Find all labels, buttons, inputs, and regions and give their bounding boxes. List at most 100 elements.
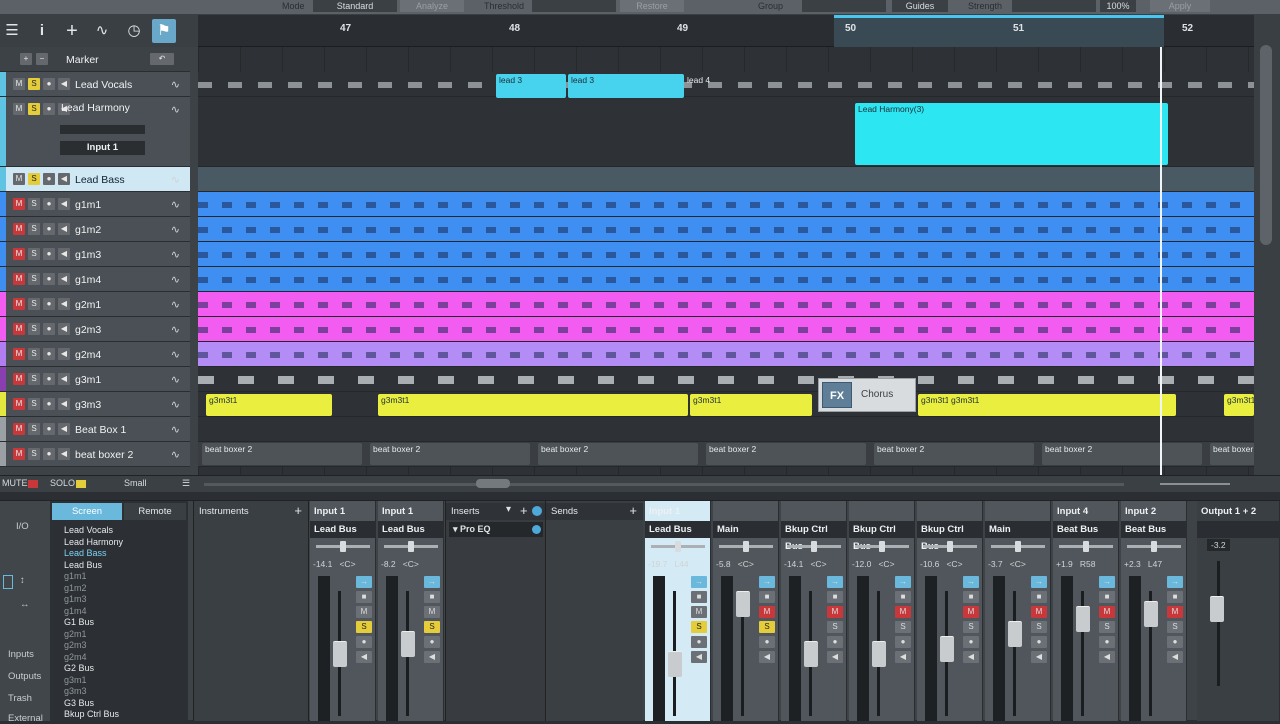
waveform-icon[interactable]: ∿ xyxy=(171,78,180,91)
settings-icon[interactable]: ■ xyxy=(827,591,843,603)
channel-strip[interactable]: Input 4 Beat Bus +1.9 R58 → ■ M S ● ◀ xyxy=(1053,501,1119,721)
solo-button[interactable]: S xyxy=(424,621,440,633)
pan-value[interactable]: L47 xyxy=(1148,559,1162,569)
track-lane[interactable] xyxy=(198,217,1254,242)
insert-power-icon[interactable] xyxy=(532,506,542,516)
audio-clip[interactable]: lead 3 xyxy=(496,74,566,98)
monitor-button[interactable]: ◀ xyxy=(759,651,775,663)
playhead-cursor[interactable] xyxy=(1160,47,1162,475)
channel-list-item[interactable]: g1m4 xyxy=(64,606,87,616)
mute-button[interactable]: M xyxy=(13,248,25,260)
channel-list-item[interactable]: g2m4 xyxy=(64,652,87,662)
outputs-nav[interactable]: Outputs xyxy=(8,671,41,682)
tab-remote[interactable]: Remote xyxy=(124,503,186,520)
pan-knob[interactable] xyxy=(947,541,953,552)
solo-button[interactable]: S xyxy=(28,448,40,460)
channel-list-item[interactable]: g1m2 xyxy=(64,583,87,593)
monitor-button[interactable]: ◀ xyxy=(58,248,70,260)
settings-icon[interactable]: ■ xyxy=(356,591,372,603)
solo-button[interactable]: S xyxy=(28,198,40,210)
track-name[interactable]: beat boxer 2 xyxy=(75,449,133,461)
monitor-button[interactable]: ◀ xyxy=(58,373,70,385)
monitor-button[interactable]: ◀ xyxy=(58,78,70,90)
marker-track-header[interactable]: + − Marker ↶ xyxy=(0,47,190,72)
channel-strip[interactable]: Bkup Ctrl Bus-14.1 <C>→■MS●◀ xyxy=(781,501,847,721)
volume-fader[interactable] xyxy=(872,641,886,667)
monitor-button[interactable]: ◀ xyxy=(424,651,440,663)
route-icon[interactable]: → xyxy=(691,576,707,588)
track-lane[interactable] xyxy=(198,317,1254,342)
track-lane[interactable] xyxy=(198,267,1254,292)
zoom-slider[interactable] xyxy=(1160,483,1230,485)
monitor-button[interactable]: ◀ xyxy=(58,423,70,435)
volume-value[interactable]: -12.0 xyxy=(852,559,871,569)
mute-button[interactable]: M xyxy=(13,448,25,460)
channel-list-item[interactable]: G2 Bus xyxy=(64,663,94,673)
add-instrument-icon[interactable]: + xyxy=(294,503,302,518)
channel-list-item[interactable]: G1 Bus xyxy=(64,617,94,627)
volume-value[interactable]: -10.6 xyxy=(920,559,939,569)
channel-strip[interactable]: Input 1 Lead Bus -8.2 <C> → ■ M S ● ◀ xyxy=(378,501,444,721)
volume-fader[interactable] xyxy=(1076,606,1090,632)
add-send-icon[interactable]: + xyxy=(629,503,637,518)
strip-input[interactable]: Input 1 xyxy=(649,506,680,517)
monitor-button[interactable]: ◀ xyxy=(58,173,70,185)
marker-options-icon[interactable]: ↶ xyxy=(150,53,174,65)
solo-button[interactable]: S xyxy=(28,398,40,410)
volume-fader[interactable] xyxy=(804,641,818,667)
waveform-icon[interactable]: ∿ xyxy=(171,273,180,286)
h-scroll-thumb[interactable] xyxy=(476,479,510,488)
strip-input[interactable]: Input 4 xyxy=(1057,506,1088,517)
monitor-button[interactable]: ◀ xyxy=(691,651,707,663)
route-icon[interactable]: → xyxy=(1167,576,1183,588)
mode-select[interactable]: Standard xyxy=(313,0,397,12)
track-name[interactable]: g1m2 xyxy=(75,224,101,236)
solo-button[interactable]: S xyxy=(28,373,40,385)
channel-list-item[interactable]: Lead Bus xyxy=(64,560,102,570)
waveform-icon[interactable]: ∿ xyxy=(171,423,180,436)
channel-list-item[interactable]: Bkup Ctrl Bus xyxy=(64,709,119,719)
monitor-button[interactable]: ◀ xyxy=(1031,651,1047,663)
record-button[interactable]: ● xyxy=(1099,636,1115,648)
mute-button[interactable]: M xyxy=(13,223,25,235)
channel-strip[interactable]: Input 2 Beat Bus +2.3 L47 → ■ M S ● ◀ xyxy=(1121,501,1187,721)
group-label[interactable]: Group xyxy=(758,1,783,11)
solo-button[interactable]: S xyxy=(28,348,40,360)
record-button[interactable]: ● xyxy=(43,323,55,335)
pan-knob[interactable] xyxy=(1083,541,1089,552)
output-strip[interactable]: Output 1 + 2 -3.2 xyxy=(1197,501,1280,721)
io-label[interactable]: I/O xyxy=(16,521,29,532)
strength-value[interactable]: 100% xyxy=(1100,0,1136,12)
record-button[interactable]: ● xyxy=(43,348,55,360)
strip-output[interactable]: Lead Bus xyxy=(645,521,710,538)
channel-list-item[interactable]: g3m1 xyxy=(64,675,87,685)
audio-clip[interactable]: g3m3t1 xyxy=(948,394,1176,416)
waveform-icon[interactable]: ∿ xyxy=(171,348,180,361)
channel-list-item[interactable]: g1m3 xyxy=(64,594,87,604)
mute-button[interactable]: M xyxy=(691,606,707,618)
volume-value[interactable]: -5.8 xyxy=(716,559,731,569)
track-header[interactable]: M S ● ◀ g1m3 ∿ xyxy=(0,242,190,267)
track-header[interactable]: M S ● ◀ beat boxer 2 ∿ xyxy=(0,442,190,467)
pan-knob[interactable] xyxy=(879,541,885,552)
track-lane[interactable] xyxy=(198,192,1254,217)
mute-button[interactable]: M xyxy=(1167,606,1183,618)
track-lane[interactable] xyxy=(198,167,1254,192)
route-icon[interactable]: → xyxy=(1031,576,1047,588)
mute-button[interactable]: M xyxy=(13,173,25,185)
solo-button[interactable]: S xyxy=(28,173,40,185)
monitor-button[interactable]: ◀ xyxy=(356,651,372,663)
solo-button[interactable]: S xyxy=(356,621,372,633)
solo-button[interactable]: S xyxy=(1031,621,1047,633)
solo-button[interactable]: S xyxy=(28,223,40,235)
trash-nav[interactable]: Trash xyxy=(8,693,32,704)
waveform-icon[interactable]: ∿ xyxy=(171,373,180,386)
strip-input[interactable]: Input 1 xyxy=(314,506,345,517)
track-name[interactable]: Beat Box 1 xyxy=(75,424,126,436)
solo-button[interactable]: S xyxy=(895,621,911,633)
audio-clip[interactable]: lead 3 xyxy=(568,74,684,98)
waveform-icon[interactable]: ∿ xyxy=(171,448,180,461)
expand-horizontal-icon[interactable]: ↔ xyxy=(20,599,30,610)
mute-button[interactable]: M xyxy=(963,606,979,618)
mute-button[interactable]: M xyxy=(424,606,440,618)
